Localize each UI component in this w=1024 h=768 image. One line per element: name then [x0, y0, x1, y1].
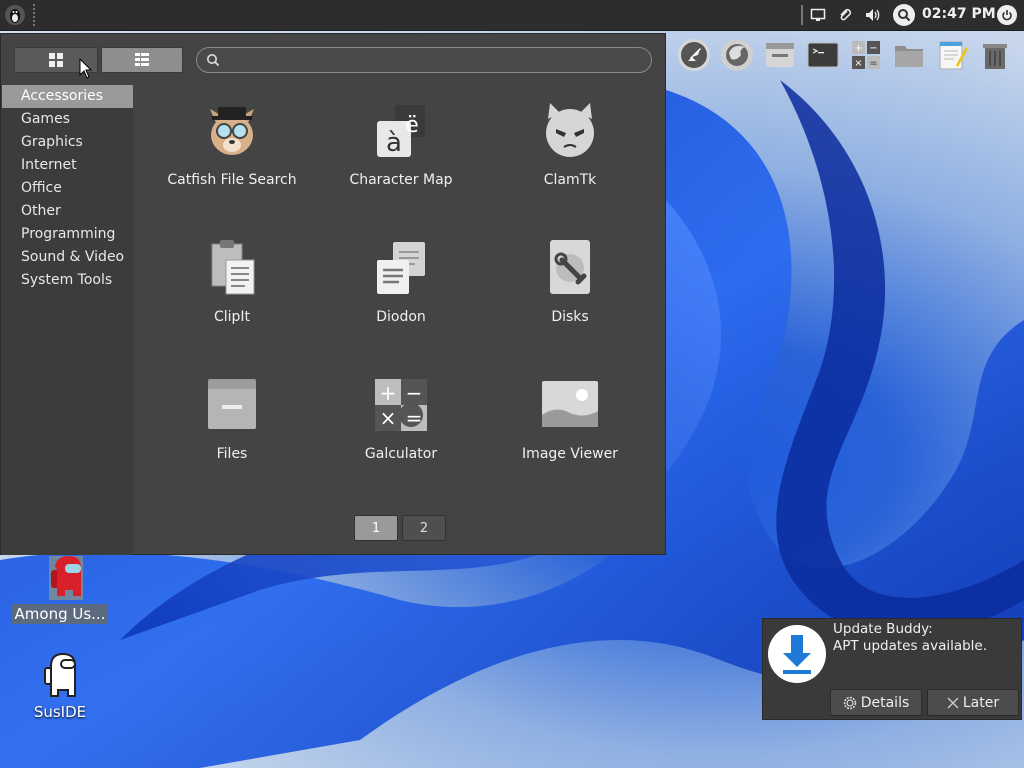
svg-text:=: =	[406, 406, 423, 430]
desktop-icon-suside[interactable]: SusIDE	[10, 652, 110, 722]
notification-title: Update Buddy:	[833, 621, 933, 637]
app-label: ClipIt	[213, 309, 251, 325]
svg-text:−: −	[406, 381, 423, 405]
desktop-icon-among-us[interactable]: Among Us...	[10, 556, 110, 624]
clipit-icon	[211, 240, 255, 295]
list-icon	[135, 53, 149, 66]
app-label: ClamTk	[543, 172, 597, 188]
power-icon[interactable]	[997, 5, 1017, 25]
svg-text:+: +	[380, 381, 397, 405]
apps-grid: Catfish File Search ë à Character Map Cl…	[134, 85, 665, 505]
calculator-icon[interactable]: + − × =	[848, 37, 884, 73]
firefox-icon[interactable]	[719, 37, 755, 73]
app-galculator[interactable]: + − × = Galculator	[316, 359, 486, 479]
app-image-viewer[interactable]: Image Viewer	[485, 359, 655, 479]
tray-separator	[801, 5, 803, 25]
app-label: Catfish File Search	[167, 172, 297, 188]
top-panel: 02:47 PM	[0, 0, 1024, 31]
app-disks[interactable]: Disks	[485, 222, 655, 342]
files-icon	[208, 379, 256, 429]
search-box[interactable]	[196, 47, 652, 73]
app-label: Image Viewer	[522, 446, 618, 462]
mouse-cursor-icon	[79, 58, 93, 79]
category-system-tools[interactable]: System Tools	[2, 269, 133, 292]
trash-icon[interactable]	[977, 37, 1013, 73]
download-icon	[768, 625, 826, 683]
later-label: Later	[962, 694, 1000, 711]
disks-icon	[550, 240, 590, 294]
page-2-button[interactable]: 2	[402, 515, 446, 541]
app-diodon[interactable]: Diodon	[316, 222, 486, 342]
svg-text:ë: ë	[405, 113, 419, 138]
clock[interactable]: 02:47 PM	[922, 6, 996, 22]
clamtk-icon	[546, 103, 594, 157]
diodon-icon	[377, 242, 425, 294]
app-catfish-file-search[interactable]: Catfish File Search	[147, 85, 317, 205]
category-office[interactable]: Office	[2, 177, 133, 200]
category-graphics[interactable]: Graphics	[2, 131, 133, 154]
app-label: Disks	[551, 309, 589, 325]
rocket-icon[interactable]	[676, 37, 712, 73]
app-label: Character Map	[349, 172, 453, 188]
notification-message: APT updates available.	[833, 638, 988, 654]
among-us-icon	[49, 556, 83, 600]
galculator-icon: + − × =	[375, 379, 427, 431]
panel-separator	[33, 4, 35, 26]
app-label: Galculator	[364, 446, 438, 462]
category-sound-video[interactable]: Sound & Video	[2, 246, 133, 269]
app-label: Files	[216, 446, 248, 462]
display-icon[interactable]	[809, 6, 827, 24]
svg-text:−: −	[869, 43, 877, 54]
details-button[interactable]: Details	[830, 689, 922, 716]
catfish-icon	[210, 107, 254, 155]
notepad-icon[interactable]	[934, 37, 970, 73]
app-label: Diodon	[376, 309, 426, 325]
suside-icon	[44, 652, 76, 697]
close-icon	[947, 697, 959, 708]
desktop-icon-label: Among Us...	[11, 604, 109, 624]
svg-text:×: ×	[854, 58, 862, 69]
update-notification: Update Buddy: APT updates available. Det…	[762, 618, 1022, 720]
svg-text:=: =	[869, 58, 877, 69]
window-icon[interactable]	[762, 37, 798, 73]
category-list: Accessories Games Graphics Internet Offi…	[1, 85, 133, 555]
svg-text:à: à	[386, 128, 402, 158]
app-files[interactable]: Files	[147, 359, 317, 479]
penguin-menu-icon[interactable]	[4, 4, 26, 26]
desktop-icon-label: SusIDE	[33, 703, 87, 721]
app-clipit[interactable]: ClipIt	[147, 222, 317, 342]
character-map-icon: ë à	[377, 105, 425, 158]
grid-icon	[49, 53, 63, 67]
volume-icon[interactable]	[864, 6, 882, 24]
application-menu: Accessories Games Graphics Internet Offi…	[0, 33, 666, 555]
category-games[interactable]: Games	[2, 108, 133, 131]
search-icon[interactable]	[893, 4, 915, 26]
page-1-button[interactable]: 1	[354, 515, 398, 541]
svg-text:+: +	[854, 43, 862, 54]
search-icon	[207, 54, 220, 67]
details-label: Details	[860, 694, 910, 711]
app-character-map[interactable]: ë à Character Map	[316, 85, 486, 205]
app-clamtk[interactable]: ClamTk	[485, 85, 655, 205]
folder-icon[interactable]	[891, 37, 927, 73]
list-view-button[interactable]	[101, 47, 183, 73]
image-viewer-icon	[542, 381, 598, 427]
category-accessories[interactable]: Accessories	[2, 85, 133, 108]
svg-text:×: ×	[380, 406, 397, 430]
later-button[interactable]: Later	[927, 689, 1019, 716]
paperclip-icon[interactable]	[836, 6, 854, 24]
terminal-icon[interactable]	[805, 37, 841, 73]
search-input[interactable]	[227, 51, 641, 71]
gear-icon	[843, 696, 856, 709]
category-programming[interactable]: Programming	[2, 223, 133, 246]
category-internet[interactable]: Internet	[2, 154, 133, 177]
category-other[interactable]: Other	[2, 200, 133, 223]
